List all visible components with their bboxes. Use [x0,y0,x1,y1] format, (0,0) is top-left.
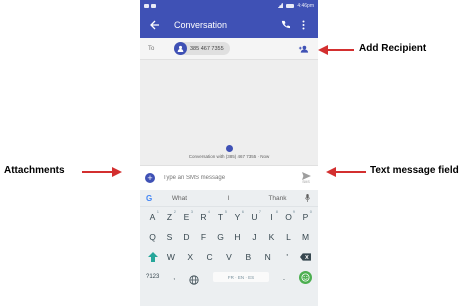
text-field-callout: Text message field [370,165,459,176]
attachments-arrow [82,167,122,177]
attachments-callout: Attachments [4,165,65,176]
add-recipient-callout: Add Recipient [359,43,427,54]
text-field-arrow [326,167,366,177]
add-recipient-arrow [318,45,354,55]
